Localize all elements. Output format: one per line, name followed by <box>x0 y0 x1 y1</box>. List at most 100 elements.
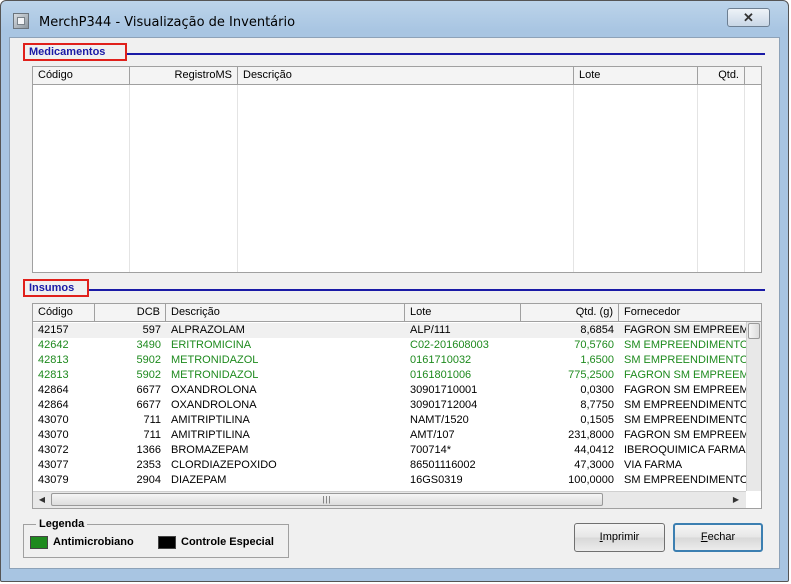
col-header-label: Código <box>38 306 73 318</box>
vertical-scroll-thumb[interactable] <box>748 323 760 339</box>
medicamentos-section-label: Medicamentos <box>23 43 127 61</box>
cell-dcb: 6677 <box>136 399 161 411</box>
cell-dcb: 6677 <box>136 384 161 396</box>
cell-descricao: AMITRIPTILINA <box>171 414 250 426</box>
col-header-codigo[interactable]: Código <box>33 304 95 321</box>
col-header-lote[interactable]: Lote <box>574 67 698 84</box>
cell-qtd: 47,3000 <box>574 459 614 471</box>
cell-lote: 0161710032 <box>410 354 472 366</box>
cell-codigo: 43079 <box>38 474 69 486</box>
table-row[interactable]: 42864 6677 OXANDROLONA 30901710001 0,0300 FAG… <box>33 383 746 398</box>
cell-dcb: 5902 <box>136 354 161 366</box>
table-row[interactable]: 42864 6677 OXANDROLONA 30901712004 8,7750 SM … <box>33 398 746 413</box>
table-row[interactable]: 43072 1366 BROMAZEPAM 700714* 44,0412 IBEROQU… <box>33 443 746 458</box>
client-area: Medicamentos Código RegistroMS Descrição… <box>9 37 780 569</box>
cell-codigo: 42642 <box>38 339 69 351</box>
app-icon <box>13 13 29 29</box>
cell-dcb: 711 <box>143 429 161 441</box>
cell-qtd: 70,5760 <box>574 339 614 351</box>
cell-fornecedor: FAGRON SM EMPREEMD <box>624 384 746 396</box>
insumos-section-label: Insumos <box>23 279 89 297</box>
antimicrobiano-swatch <box>30 536 48 549</box>
table-row[interactable]: 43079 2904 DIAZEPAM 16GS0319 100,0000 SM EMPR… <box>33 473 746 488</box>
cell-fornecedor: FAGRON SM EMPREEMD <box>624 324 746 336</box>
col-header-codigo[interactable]: Código <box>33 67 130 84</box>
cell-descricao: OXANDROLONA <box>171 384 257 396</box>
cell-lote: C02-201608003 <box>410 339 489 351</box>
table-row[interactable]: 42642 3490 ERITROMICINA C02-201608003 70,576… <box>33 338 746 353</box>
column-divider <box>573 85 574 272</box>
col-header-fornecedor[interactable]: Fornecedor <box>619 304 761 321</box>
insumos-header: Código DCB Descrição Lote Qtd. (g) Forne… <box>33 304 761 322</box>
table-row[interactable]: 42813 5902 METRONIDAZOL 0161801006 775,2500 F… <box>33 368 746 383</box>
cell-fornecedor: VIA FARMA <box>624 459 683 471</box>
col-header-label: Qtd. (g) <box>575 306 613 318</box>
col-header-descricao[interactable]: Descrição <box>238 67 574 84</box>
controle-especial-swatch <box>158 536 176 549</box>
fechar-accelerator: F <box>700 531 708 543</box>
cell-codigo: 43070 <box>38 414 69 426</box>
cell-dcb: 2904 <box>136 474 161 486</box>
cell-codigo: 42157 <box>38 324 69 336</box>
cell-lote: 700714* <box>410 444 451 456</box>
cell-qtd: 231,8000 <box>568 429 614 441</box>
column-divider <box>237 85 238 272</box>
arrow-right-icon[interactable]: ▶ <box>729 495 743 504</box>
imprimir-button[interactable]: Imprimir <box>574 523 665 552</box>
cell-fornecedor: FAGRON SM EMPREEMD <box>624 369 746 381</box>
insumos-horizontal-scrollbar[interactable]: ◀ ||| ▶ <box>33 491 746 508</box>
col-header-dcb[interactable]: DCB <box>95 304 166 321</box>
main-window: MerchP344 - Visualização de Inventário ✕… <box>0 0 789 582</box>
title-bar[interactable]: MerchP344 - Visualização de Inventário ✕ <box>1 1 788 37</box>
medicamentos-header: Código RegistroMS Descrição Lote Qtd. <box>33 67 761 85</box>
col-header-label: DCB <box>136 306 160 318</box>
legend-title: Legenda <box>36 518 88 530</box>
controle-especial-label: Controle Especial <box>181 536 274 548</box>
cell-lote: ALP/111 <box>410 324 451 336</box>
insumos-vertical-scrollbar[interactable] <box>746 322 761 491</box>
arrow-left-icon[interactable]: ◀ <box>35 495 49 504</box>
table-row[interactable]: 43077 2353 CLORDIAZEPOXIDO 86501116002 47,30… <box>33 458 746 473</box>
col-header-descricao[interactable]: Descrição <box>166 304 405 321</box>
medicamentos-divider <box>127 53 765 55</box>
table-row[interactable]: 43070 711 AMITRIPTILINA NAMT/1520 0,1505 SM E… <box>33 413 746 428</box>
cell-qtd: 100,0000 <box>568 474 614 486</box>
cell-qtd: 0,1505 <box>580 414 614 426</box>
cell-codigo: 42813 <box>38 354 69 366</box>
table-row[interactable]: 43070 711 AMITRIPTILINA AMT/107 231,8000 FAGR… <box>33 428 746 443</box>
insumos-grid[interactable]: Código DCB Descrição Lote Qtd. (g) Forne… <box>32 303 762 509</box>
fechar-label: echar <box>707 531 736 543</box>
cell-descricao: ALPRAZOLAM <box>171 324 245 336</box>
col-header-qtd[interactable]: Qtd. (g) <box>521 304 619 321</box>
table-row[interactable]: 42157 597 ALPRAZOLAM ALP/111 8,6854 FAGRON SM… <box>33 323 746 338</box>
close-button[interactable]: ✕ <box>727 8 770 27</box>
cell-codigo: 43077 <box>38 459 69 471</box>
cell-lote: AMT/107 <box>410 429 455 441</box>
cell-codigo: 42813 <box>38 369 69 381</box>
col-header-registroms[interactable]: RegistroMS <box>130 67 238 84</box>
table-row[interactable]: 42813 5902 METRONIDAZOL 0161710032 1,6500 SM … <box>33 353 746 368</box>
col-header-label: Descrição <box>171 306 220 318</box>
cell-descricao: ERITROMICINA <box>171 339 252 351</box>
col-header-label: Descrição <box>243 69 292 81</box>
medicamentos-grid[interactable]: Código RegistroMS Descrição Lote Qtd. <box>32 66 762 273</box>
horizontal-scroll-thumb[interactable]: ||| <box>51 493 603 506</box>
col-header-lote[interactable]: Lote <box>405 304 521 321</box>
cell-qtd: 8,6854 <box>580 324 614 336</box>
cell-dcb: 2353 <box>136 459 161 471</box>
cell-qtd: 775,2500 <box>568 369 614 381</box>
window-title: MerchP344 - Visualização de Inventário <box>39 15 296 30</box>
cell-lote: 30901712004 <box>410 399 478 411</box>
cell-qtd: 0,0300 <box>580 384 614 396</box>
fechar-button[interactable]: Fechar <box>673 523 763 552</box>
cell-fornecedor: SM EMPREENDIMENTOS <box>624 354 746 366</box>
col-header-qtd[interactable]: Qtd. <box>698 67 745 84</box>
col-header-label: Lote <box>410 306 432 318</box>
cell-fornecedor: SM EMPREENDIMENTOS <box>624 414 746 426</box>
cell-lote: 0161801006 <box>410 369 472 381</box>
cell-dcb: 1366 <box>136 444 161 456</box>
cell-descricao: AMITRIPTILINA <box>171 429 250 441</box>
cell-qtd: 44,0412 <box>574 444 614 456</box>
cell-descricao: METRONIDAZOL <box>171 369 259 381</box>
cell-codigo: 42864 <box>38 399 69 411</box>
